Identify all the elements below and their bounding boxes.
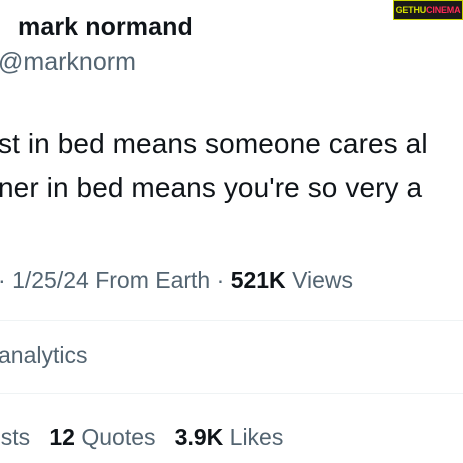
tweet-source: From Earth [95,267,211,293]
engagement-stats: osts 12 Quotes 3.9K Likes [0,424,283,451]
view-analytics-link[interactable]: analytics [0,342,87,369]
likes-count[interactable]: 3.9K [175,424,224,450]
watermark-logo: GETHUCINEMA [393,0,463,20]
reposts-label[interactable]: osts [0,424,30,450]
user-handle[interactable]: @marknorm [0,48,136,77]
divider [0,320,463,321]
display-name[interactable]: mark normand [18,13,193,42]
meta-separator: · [0,267,6,293]
views-count: 521K [230,267,286,293]
likes-label[interactable]: Likes [230,424,284,450]
meta-separator: · [216,267,225,293]
quotes-label[interactable]: Quotes [81,424,155,450]
tweet-text-line: st in bed means someone cares al [0,128,428,159]
views-label: Views [292,267,353,293]
tweet-date[interactable]: 1/25/24 [12,267,89,293]
watermark-text: CINEMA [426,5,461,15]
divider [0,393,463,394]
tweet-meta: · 1/25/24 From Earth · 521K Views [0,267,353,294]
tweet-text-line: ner in bed means you're so very a [0,172,423,203]
watermark-text: GETHU [395,5,427,15]
quotes-count[interactable]: 12 [49,424,75,450]
